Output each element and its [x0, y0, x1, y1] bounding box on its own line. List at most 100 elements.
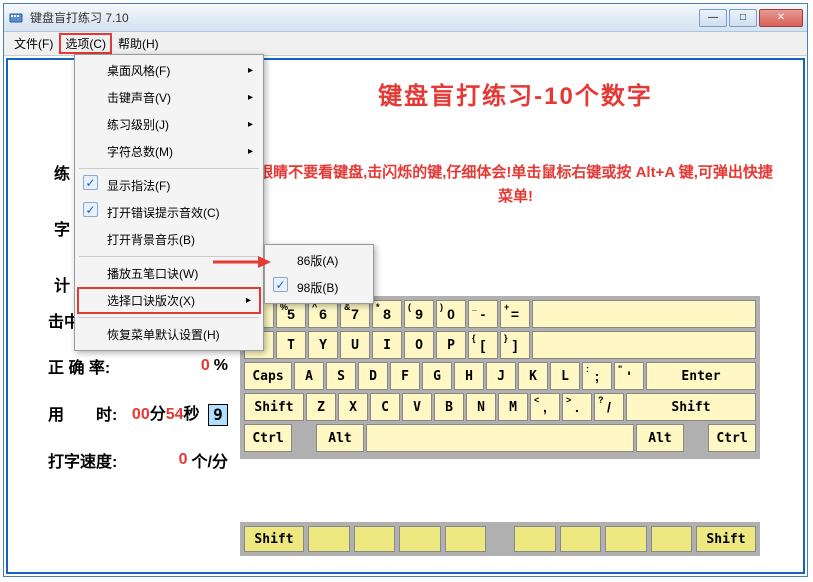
- check-icon: ✓: [83, 175, 98, 190]
- key-T[interactable]: T: [276, 331, 306, 359]
- window-controls: — □ ✕: [697, 9, 803, 27]
- window-title: 键盘盲打练习 7.10: [30, 9, 697, 26]
- menu-key-sound[interactable]: 击键声音(V): [77, 84, 261, 111]
- label-zi: 字: [54, 216, 70, 240]
- menu-error-sound[interactable]: ✓ 打开错误提示音效(C): [77, 199, 261, 226]
- page-title: 键盘盲打练习-10个数字: [238, 76, 793, 111]
- menu-label: 显示指法(F): [107, 177, 170, 194]
- key-enter[interactable]: Enter: [646, 362, 756, 390]
- label-ji: 计: [54, 272, 70, 296]
- bottom-key[interactable]: [514, 526, 556, 552]
- key-C[interactable]: C: [370, 393, 400, 421]
- key-7[interactable]: &7: [340, 300, 370, 328]
- key-8[interactable]: *8: [372, 300, 402, 328]
- key-9[interactable]: (9: [404, 300, 434, 328]
- instruction-text: 眼睛不要看键盘,击闪烁的键,仔细体会!单击鼠标右键或按 Alt+A 键,可弹出快…: [238, 161, 793, 209]
- menu-desktop-style[interactable]: 桌面风格(F): [77, 57, 261, 84]
- menu-options[interactable]: 选项(C): [59, 33, 112, 54]
- bottom-key[interactable]: [605, 526, 647, 552]
- label-lian: 练: [54, 160, 70, 184]
- key-Y[interactable]: Y: [308, 331, 338, 359]
- key-F[interactable]: F: [390, 362, 420, 390]
- time-min-unit: 分: [150, 406, 166, 423]
- key-Z[interactable]: Z: [306, 393, 336, 421]
- menu-show-finger[interactable]: ✓ 显示指法(F): [77, 172, 261, 199]
- key-caps[interactable]: Caps: [244, 362, 292, 390]
- accuracy-label: 正 确 率:: [48, 354, 110, 378]
- key-shift-left[interactable]: Shift: [244, 393, 304, 421]
- submenu-86[interactable]: 86版(A): [267, 247, 371, 274]
- options-dropdown: 桌面风格(F) 击键声音(V) 练习级别(J) 字符总数(M) ✓ 显示指法(F)…: [74, 54, 264, 351]
- key-punct[interactable]: <,: [530, 393, 560, 421]
- menu-separator: [79, 168, 259, 169]
- key-6[interactable]: ^6: [308, 300, 338, 328]
- key-U[interactable]: U: [340, 331, 370, 359]
- minimize-button[interactable]: —: [699, 9, 727, 27]
- key-S[interactable]: S: [326, 362, 356, 390]
- key-B[interactable]: B: [434, 393, 464, 421]
- menu-label: 98版(B): [297, 279, 338, 296]
- bottom-key[interactable]: [308, 526, 350, 552]
- key-shift-right[interactable]: Shift: [626, 393, 756, 421]
- titlebar: 键盘盲打练习 7.10 — □ ✕: [4, 4, 807, 32]
- menu-select-version[interactable]: 选择口诀版次(X): [77, 287, 261, 314]
- key-ctrl-left[interactable]: Ctrl: [244, 424, 292, 452]
- key-punct[interactable]: "': [614, 362, 644, 390]
- key-H[interactable]: H: [454, 362, 484, 390]
- key-I[interactable]: I: [372, 331, 402, 359]
- menu-file[interactable]: 文件(F): [8, 33, 59, 54]
- key-J[interactable]: J: [486, 362, 516, 390]
- key-X[interactable]: X: [338, 393, 368, 421]
- key-A[interactable]: A: [294, 362, 324, 390]
- time-min: 00: [132, 406, 150, 423]
- annotation-arrow-icon: [213, 252, 273, 272]
- speed-unit: 个/分: [192, 448, 228, 472]
- maximize-button[interactable]: □: [729, 9, 757, 27]
- key-O[interactable]: O: [404, 331, 434, 359]
- speed-label: 打字速度:: [48, 448, 117, 472]
- key-V[interactable]: V: [402, 393, 432, 421]
- bottom-shift-left[interactable]: Shift: [244, 526, 304, 552]
- key-bracket[interactable]: {[: [468, 331, 498, 359]
- key-bracket[interactable]: }]: [500, 331, 530, 359]
- key-P[interactable]: P: [436, 331, 466, 359]
- menu-restore-default[interactable]: 恢复菜单默认设置(H): [77, 321, 261, 348]
- bottom-key[interactable]: [445, 526, 487, 552]
- key-N[interactable]: N: [466, 393, 496, 421]
- key-D[interactable]: D: [358, 362, 388, 390]
- bottom-key[interactable]: [651, 526, 693, 552]
- key-punct[interactable]: ?/: [594, 393, 624, 421]
- menu-char-count[interactable]: 字符总数(M): [77, 138, 261, 165]
- menu-bg-music[interactable]: 打开背景音乐(B): [77, 226, 261, 253]
- key-alt-right[interactable]: Alt: [636, 424, 684, 452]
- menu-help[interactable]: 帮助(H): [112, 33, 165, 54]
- bottom-key[interactable]: [560, 526, 602, 552]
- menu-separator: [79, 317, 259, 318]
- bottom-key[interactable]: [354, 526, 396, 552]
- key-backslash[interactable]: [532, 331, 756, 359]
- key-L[interactable]: L: [550, 362, 580, 390]
- time-flash-digit: 9: [208, 404, 228, 426]
- check-icon: ✓: [83, 202, 98, 217]
- version-submenu: 86版(A) ✓98版(B): [264, 244, 374, 304]
- key-alt-left[interactable]: Alt: [316, 424, 364, 452]
- key-G[interactable]: G: [422, 362, 452, 390]
- key-punct[interactable]: >.: [562, 393, 592, 421]
- key-M[interactable]: M: [498, 393, 528, 421]
- key-punct[interactable]: :;: [582, 362, 612, 390]
- key--[interactable]: _-: [468, 300, 498, 328]
- bottom-shift-right[interactable]: Shift: [696, 526, 756, 552]
- menu-practice-level[interactable]: 练习级别(J): [77, 111, 261, 138]
- menu-label: 打开错误提示音效(C): [107, 204, 220, 221]
- key-K[interactable]: K: [518, 362, 548, 390]
- key-backspace[interactable]: [532, 300, 756, 328]
- key-ctrl-right[interactable]: Ctrl: [708, 424, 756, 452]
- side-labels: 练 字 计: [54, 160, 70, 328]
- key-space[interactable]: [366, 424, 634, 452]
- close-button[interactable]: ✕: [759, 9, 803, 27]
- key-5[interactable]: %5: [276, 300, 306, 328]
- key-0[interactable]: )0: [436, 300, 466, 328]
- key-=[interactable]: +=: [500, 300, 530, 328]
- submenu-98[interactable]: ✓98版(B): [267, 274, 371, 301]
- bottom-key[interactable]: [399, 526, 441, 552]
